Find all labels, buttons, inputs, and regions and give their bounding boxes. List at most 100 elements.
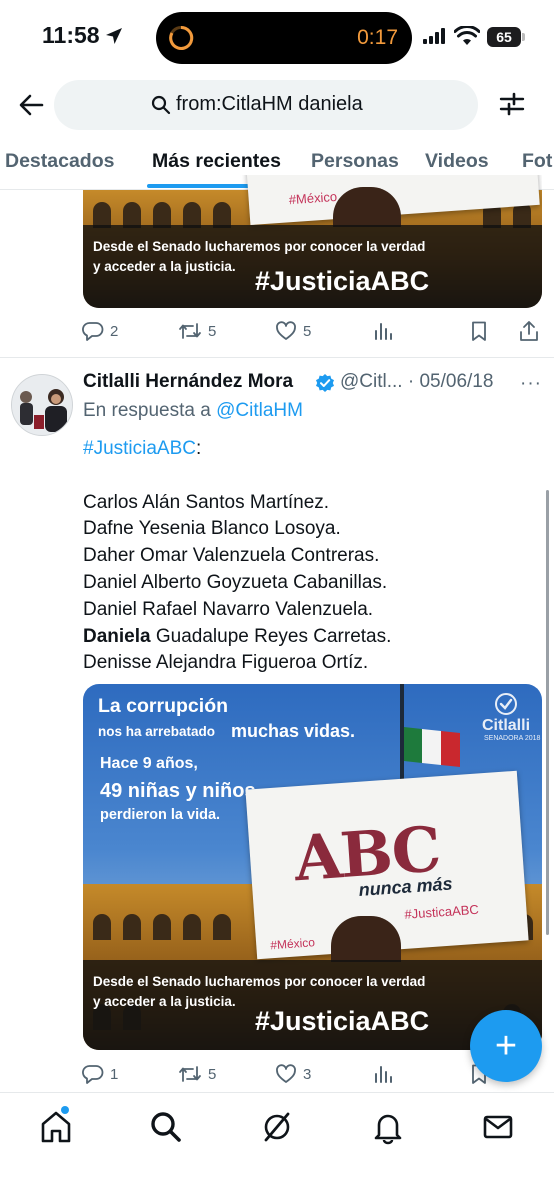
name-line: Dafne Yesenia Blanco Losoya. [83, 518, 341, 540]
status-bar: 11:58 0:17 65 [0, 0, 554, 72]
home-icon[interactable] [38, 1109, 74, 1145]
hashtag-colon: : [196, 438, 202, 459]
like-button[interactable]: 5 [275, 316, 311, 346]
tweet1-image[interactable]: #México Desde el Senado lucharemos por c… [83, 175, 542, 308]
poster-line2b: muchas vidas. [231, 721, 356, 741]
heart-icon [276, 321, 296, 340]
cellular-signal-icon [423, 28, 445, 44]
name-line: Carlos Alán Santos Martínez. [83, 491, 330, 513]
tweet1-hashtag-overlay: #JusticiaABC [255, 266, 430, 296]
name-line: Daher Omar Valenzuela Contreras. [83, 545, 380, 567]
author-handle[interactable]: @Citl... [340, 371, 403, 392]
retweet-button[interactable]: 5 [178, 1059, 216, 1089]
search-match-bold: Daniela [83, 625, 151, 647]
bookmark-icon [472, 321, 486, 341]
compose-button[interactable]: + [470, 1010, 542, 1082]
name-line-rest: Guadalupe Reyes Carretas. [150, 625, 392, 647]
search-icon [151, 95, 171, 115]
views-button[interactable] [372, 1059, 394, 1089]
more-options-icon[interactable]: ··· [520, 373, 542, 395]
views-chart-icon [375, 1066, 392, 1083]
timer-icon [169, 25, 194, 50]
tab-personas[interactable]: Personas [311, 150, 399, 173]
search-query: from:CitlaHM daniela [176, 93, 363, 115]
retweet-count: 5 [208, 322, 217, 340]
poster-line3: Hace 9 años, [100, 755, 198, 772]
like-count: 5 [303, 322, 312, 340]
battery-level: 65 [496, 29, 512, 45]
back-arrow-icon[interactable] [18, 92, 44, 118]
notifications-bell-icon[interactable] [370, 1109, 406, 1145]
tab-videos[interactable]: Videos [425, 150, 489, 173]
poster-line4: 49 niñas y niños [100, 780, 256, 802]
logo-text: Citlalli [482, 717, 531, 734]
scrollbar[interactable] [546, 490, 549, 935]
location-arrow-icon [106, 28, 122, 44]
name-line-highlighted: Daniela Guadalupe Reyes Carretas. [83, 624, 391, 651]
retweet-button[interactable]: 5 [178, 316, 216, 346]
citlalli-logo-icon [495, 693, 517, 715]
sign-mexico: #México [269, 935, 316, 953]
views-chart-icon [375, 323, 392, 340]
home-notification-dot [61, 1106, 69, 1114]
like-button[interactable]: 3 [275, 1059, 311, 1089]
tweet-divider [0, 357, 554, 358]
like-count: 3 [303, 1065, 312, 1083]
avatar[interactable] [11, 374, 73, 436]
tweet2-hashtag-overlay: #JusticiaABC [255, 1006, 430, 1036]
search-header: from:CitlaHM daniela [0, 78, 554, 134]
sign-hashtag: #JusticaABC [403, 901, 480, 922]
logo-subtext: SENADORA 2018 [484, 735, 541, 742]
reply-prefix: En respuesta a [83, 400, 211, 421]
hashtag-link[interactable]: #JusticiaABC [83, 438, 196, 459]
wifi-icon [454, 26, 480, 45]
reply-to-link[interactable]: @CitlaHM [216, 400, 303, 421]
tweet1-actions: 2 5 5 [82, 316, 542, 346]
dynamic-island: 0:17 [156, 12, 412, 64]
hand-graphic [331, 916, 401, 962]
tweet2-image[interactable]: La corrupción nos ha arrebatado muchas v… [83, 684, 542, 1050]
heart-icon [276, 1064, 296, 1083]
avatar-photo [12, 375, 72, 435]
filter-sliders-icon[interactable] [499, 91, 525, 117]
name-line: Denisse Alejandra Figueroa Ortíz. [83, 652, 369, 674]
reply-button[interactable]: 2 [82, 316, 118, 346]
battery-indicator: 65 [487, 27, 521, 47]
compose-plus-icon: + [494, 1025, 518, 1067]
retweet-count: 5 [208, 1065, 217, 1083]
status-time: 11:58 [42, 22, 100, 48]
tweet1-caption-banner: Desde el Senado lucharemos por conocer l… [83, 225, 542, 308]
reply-button[interactable]: 1 [82, 1059, 118, 1089]
tab-mas-recientes[interactable]: Más recientes [152, 150, 281, 173]
tab-fotos[interactable]: Fot [522, 150, 552, 173]
tab-destacados[interactable]: Destacados [5, 150, 114, 173]
author-name[interactable]: Citlalli Hernández Mora [83, 371, 293, 393]
reply-count: 1 [110, 1065, 119, 1083]
author-handle-date: @Citl... · 05/06/18 [340, 371, 494, 392]
reply-context: En respuesta a @CitlaHM [83, 400, 303, 422]
share-button[interactable] [518, 316, 540, 346]
share-icon [520, 321, 538, 341]
timer-readout: 0:17 [357, 26, 398, 49]
retweet-icon [179, 1066, 201, 1082]
name-line: Daniel Alberto Goyzueta Cabanillas. [83, 571, 388, 593]
bottom-navigation [0, 1092, 554, 1200]
views-button[interactable] [372, 316, 394, 346]
name-line: Daniel Rafael Navarro Valenzuela. [83, 598, 374, 620]
bookmark-button[interactable] [468, 316, 490, 346]
verified-badge-icon [316, 374, 334, 392]
sign-mexico-text: #México [288, 188, 338, 208]
poster-line2a: nos ha arrebatado [98, 724, 216, 739]
retweet-icon [179, 323, 201, 339]
reply-icon [82, 322, 104, 341]
battery-tip [522, 33, 525, 41]
reply-count: 2 [110, 322, 119, 340]
tweet-date: 05/06/18 [419, 371, 494, 392]
tweet-text: #JusticiaABC: Carlos Alán Santos Martíne… [83, 436, 391, 677]
messages-envelope-icon[interactable] [480, 1109, 516, 1145]
search-input[interactable]: from:CitlaHM daniela [54, 80, 478, 130]
search-icon[interactable] [148, 1109, 184, 1145]
mexico-flag [404, 727, 460, 767]
reply-icon [82, 1065, 104, 1084]
grok-icon[interactable] [259, 1109, 295, 1145]
